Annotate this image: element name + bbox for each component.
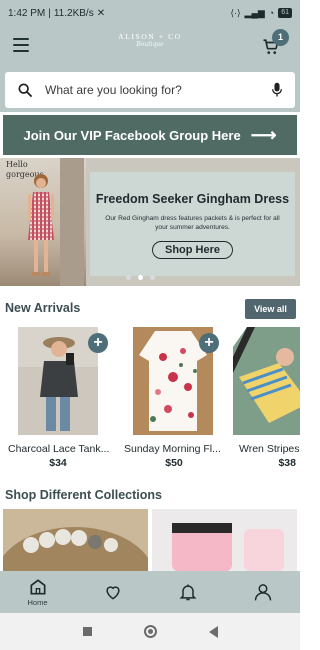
mute-icon: ✕ bbox=[96, 7, 106, 19]
bottom-navigation: Home bbox=[0, 571, 300, 613]
shop-here-button[interactable]: Shop Here bbox=[151, 241, 233, 259]
status-bar: 1:42 PM | 11.2KB/s ✕ ⟨·⟩ ▂▄▆ ◔ 61 bbox=[0, 0, 300, 26]
status-time: 1:42 PM bbox=[8, 7, 46, 19]
carousel-indicator bbox=[126, 275, 155, 280]
user-icon bbox=[254, 584, 271, 601]
product-price: $34 bbox=[49, 457, 67, 469]
status-speed: 11.2KB/s bbox=[53, 7, 94, 19]
model-figure bbox=[28, 174, 54, 276]
collection-tile[interactable] bbox=[152, 509, 297, 571]
signal-icon: ▂▄▆ bbox=[244, 7, 265, 18]
heart-icon bbox=[105, 586, 120, 600]
product-price: $50 bbox=[165, 457, 183, 469]
hero-promo-card: Freedom Seeker Gingham Dress Our Red Gin… bbox=[90, 172, 295, 276]
collection-tile[interactable] bbox=[0, 509, 155, 631]
product-price: $38 bbox=[278, 457, 296, 469]
product-name: Wren Stripes bbox=[239, 443, 300, 455]
hero-title: Freedom Seeker Gingham Dress bbox=[95, 192, 290, 206]
home-circle-icon[interactable] bbox=[143, 625, 157, 638]
logo-text: ALISON + CO bbox=[118, 32, 182, 41]
add-to-cart-button[interactable]: + bbox=[199, 333, 219, 353]
brand-logo[interactable]: ALISON + CO Boutique bbox=[110, 32, 190, 58]
nav-home[interactable]: Home bbox=[0, 571, 75, 613]
battery-icon: 61 bbox=[278, 8, 292, 18]
search-icon bbox=[18, 83, 32, 97]
collections-title: Shop Different Collections bbox=[5, 488, 162, 502]
cart-count-badge: 1 bbox=[272, 29, 289, 46]
new-arrivals-list: + Charcoal Lace Tank... $34 + Sunday Mor… bbox=[0, 327, 300, 477]
nav-home-label: Home bbox=[27, 598, 48, 607]
product-name: Charcoal Lace Tank... bbox=[8, 443, 110, 455]
system-navigation-bar bbox=[0, 613, 300, 650]
view-all-button[interactable]: View all bbox=[245, 299, 296, 319]
hero-model-photo: Hello gorgeous bbox=[0, 158, 86, 286]
add-to-cart-button[interactable]: + bbox=[88, 333, 108, 353]
nav-favorites[interactable] bbox=[75, 571, 150, 613]
hero-photo-text: Hello bbox=[6, 160, 28, 169]
product-name: Sunday Morning Fl... bbox=[124, 443, 221, 455]
vip-banner-label: Join Our VIP Facebook Group Here bbox=[23, 127, 241, 143]
product-image bbox=[233, 327, 300, 435]
wifi-icon: ◔ bbox=[268, 8, 275, 18]
carousel-dot[interactable] bbox=[126, 275, 131, 280]
arrow-right-icon: ⟶ bbox=[250, 125, 277, 145]
product-image: + bbox=[18, 327, 108, 435]
nav-account[interactable] bbox=[225, 571, 300, 613]
product-card[interactable]: + Sunday Morning Fl... $50 bbox=[124, 327, 224, 469]
carousel-dot[interactable] bbox=[150, 275, 155, 280]
new-arrivals-title: New Arrivals bbox=[5, 301, 81, 315]
carousel-dot-active[interactable] bbox=[138, 275, 143, 280]
recents-icon[interactable] bbox=[82, 627, 92, 636]
bell-icon bbox=[179, 584, 196, 601]
search-input[interactable] bbox=[45, 83, 271, 97]
product-card[interactable]: + Charcoal Lace Tank... $34 bbox=[8, 327, 110, 469]
home-icon bbox=[30, 579, 45, 595]
microphone-icon[interactable] bbox=[271, 82, 283, 98]
nav-notifications[interactable] bbox=[150, 571, 225, 613]
search-bar[interactable] bbox=[5, 72, 295, 108]
hamburger-menu-icon[interactable] bbox=[13, 38, 29, 52]
link-icon: ⟨·⟩ bbox=[230, 7, 241, 18]
back-icon[interactable] bbox=[208, 625, 218, 638]
product-image: + bbox=[133, 327, 219, 435]
hero-carousel[interactable]: Hello gorgeous Freedom Seeker Gingham Dr… bbox=[0, 158, 300, 286]
cart-button[interactable]: 1 bbox=[262, 29, 292, 58]
vip-facebook-banner[interactable]: Join Our VIP Facebook Group Here ⟶ bbox=[3, 115, 297, 155]
hero-description: Our Red Gingham dress features packets &… bbox=[105, 215, 280, 231]
app-header: ALISON + CO Boutique 1 bbox=[0, 26, 300, 112]
product-card[interactable]: Wren Stripes $38 bbox=[233, 327, 300, 469]
logo-subtext: Boutique bbox=[136, 41, 164, 48]
